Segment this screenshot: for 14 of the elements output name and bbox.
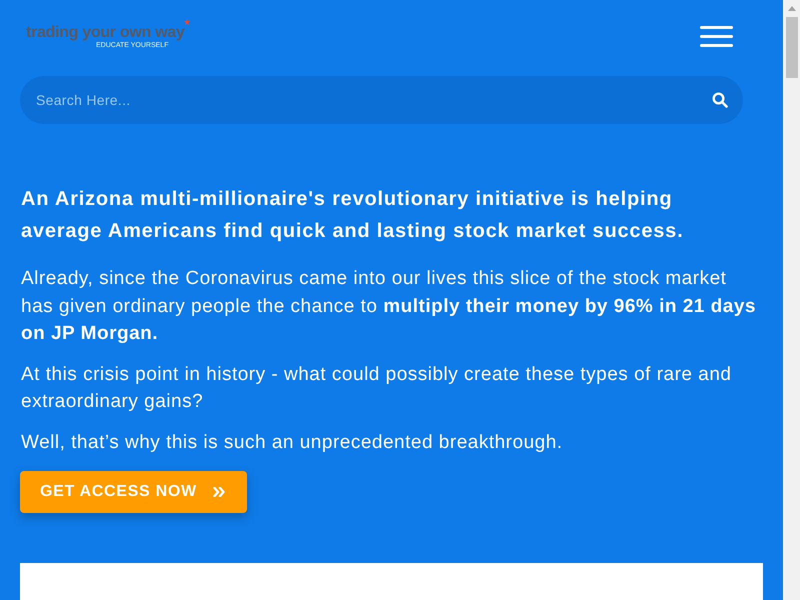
scrollbar-thumb[interactable] [786,17,798,78]
search-field[interactable]: Search Here... [20,76,743,124]
body-paragraph: Already, since the Coronavirus came into our lives this slice of the stock market has given ordinary people the chance to multiply their money by 96% in 21 days on JP Morgan. [21,267,757,346]
double-chevron-icon [212,487,225,497]
star-icon [184,18,190,24]
get-access-button[interactable]: GET ACCESS NOW [20,471,247,513]
scrollbar[interactable] [783,0,800,600]
body-paragraph: Well, that’s why this is such an unprecedented breakthrough. [21,430,564,454]
scroll-up-arrow-icon[interactable] [788,6,796,11]
search-icon[interactable] [712,92,728,108]
logo-text: trading your own way [26,24,184,40]
headline: An Arizona multi-millionaire's revolutionary initiative is helping average Americans find quick and lasting stock market success. [21,187,684,244]
menu-button[interactable] [700,26,733,46]
body-paragraph: At this crisis point in history - what could possibly create these types of rare and extraordinary gains? [21,362,732,414]
